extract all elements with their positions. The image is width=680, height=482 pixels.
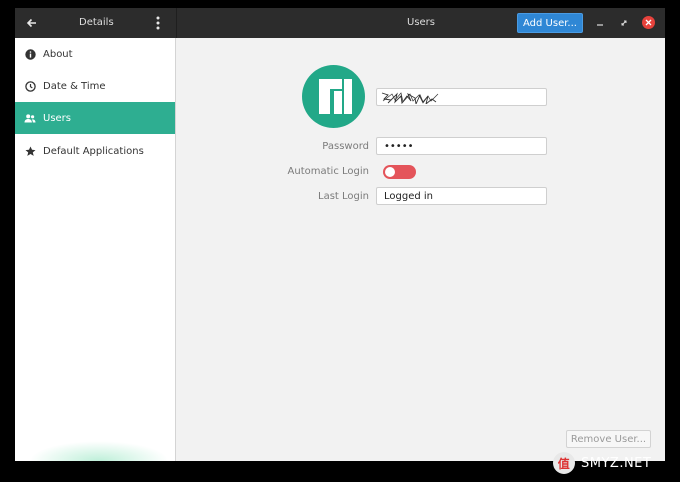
back-button[interactable] [23,15,41,31]
password-field[interactable]: ••••• [376,137,547,155]
sidebar-title: Details [79,17,114,28]
user-details-panel: Password ••••• Automatic Login Last Logi… [176,38,665,461]
settings-window: Details Users Add User... About Date & T… [15,8,665,461]
star-icon [24,145,36,157]
sidebar-item-default-applications[interactable]: Default Applications [15,135,175,167]
title-bar: Details Users Add User... [15,8,665,38]
username-field[interactable] [376,88,547,106]
user-avatar[interactable] [302,65,365,128]
toggle-knob [385,167,395,177]
close-button[interactable] [642,16,655,29]
watermark-logo: 值 [553,452,575,474]
watermark: 值 SMYZ.NET [553,452,651,474]
sidebar-item-label: Users [43,112,72,124]
users-icon [24,112,36,124]
kebab-menu-icon [156,16,160,30]
arrow-left-icon [26,18,36,28]
automatic-login-label: Automatic Login [287,166,369,177]
menu-button[interactable] [153,15,163,31]
sidebar-item-about[interactable]: About [15,38,175,70]
close-icon [645,19,652,26]
sidebar-decoration [29,441,169,461]
maximize-button[interactable] [618,17,630,29]
sidebar-header: Details [15,8,177,38]
watermark-text: SMYZ.NET [581,455,652,471]
clock-icon [24,80,36,92]
sidebar-item-label: Date & Time [43,80,106,92]
sidebar-item-users[interactable]: Users [15,102,175,134]
last-login-label: Last Login [318,191,369,202]
last-login-field: Logged in [376,187,547,205]
manjaro-logo-icon [319,79,352,114]
sidebar-item-label: Default Applications [43,145,144,157]
maximize-icon [621,20,627,26]
add-user-button[interactable]: Add User... [517,13,583,33]
redacted-username [381,92,439,104]
info-icon [24,48,36,60]
sidebar-item-date-time[interactable]: Date & Time [15,70,175,102]
sidebar-item-label: About [43,48,73,60]
password-label: Password [322,141,369,152]
remove-user-button[interactable]: Remove User... [566,430,651,448]
minimize-icon [597,24,603,26]
page-title: Users [407,17,436,28]
sidebar: About Date & Time Users Default Applicat… [15,38,176,461]
minimize-button[interactable] [594,17,606,29]
automatic-login-toggle[interactable] [383,165,416,179]
